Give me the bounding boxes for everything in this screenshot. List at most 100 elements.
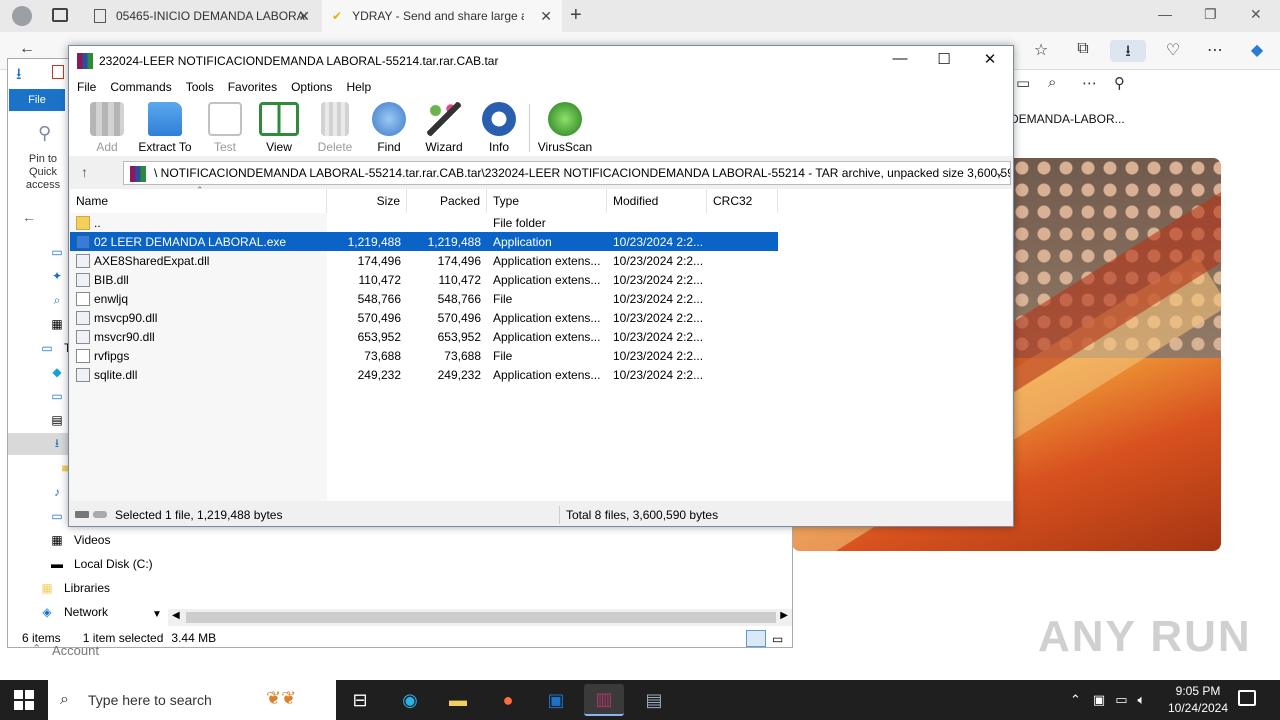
archive-path-field[interactable]: \ NOTIFICACIONDEMANDA LABORAL-55214.tar.… xyxy=(123,161,1011,185)
table-row[interactable]: msvcp90.dll 570,496 570,496 Application ext… xyxy=(70,308,778,327)
task-view-icon[interactable]: ⊟ xyxy=(340,684,380,716)
firefox-icon[interactable]: ● xyxy=(488,684,528,716)
account-label[interactable]: Account xyxy=(52,643,99,658)
winrar-toolbar: Add Extract To Test View Delete Find Wiz… xyxy=(69,98,1013,156)
edge-icon[interactable]: ◉ xyxy=(390,684,430,716)
close-tab-icon[interactable]: ✕ xyxy=(540,8,552,25)
file-explorer-icon[interactable]: ▬ xyxy=(438,684,478,716)
download-item-title[interactable]: DEMANDA-LABOR... xyxy=(1010,112,1125,126)
nav-label: Videos xyxy=(74,533,111,547)
find-button[interactable]: Find xyxy=(359,102,419,154)
pin-icon[interactable]: ⚲ xyxy=(1114,74,1125,92)
add-button[interactable]: Add xyxy=(77,102,137,154)
tab-actions-icon[interactable] xyxy=(52,8,68,22)
maximize-icon[interactable]: ☐ xyxy=(921,50,967,72)
menu-commands[interactable]: Commands xyxy=(110,80,171,94)
taskbar-clock[interactable]: 9:05 PM 10/24/2024 xyxy=(1160,683,1236,717)
nav-item-libraries[interactable]: ▦ Libraries xyxy=(8,577,165,599)
winrar-titlebar[interactable]: 232024-LEER NOTIFICACIONDEMANDA LABORAL-… xyxy=(69,46,1013,76)
device-icon[interactable]: ▣ xyxy=(1093,692,1105,708)
performance-icon[interactable]: ♡ xyxy=(1162,40,1184,62)
search-icon[interactable]: ⌕ xyxy=(1048,74,1056,91)
test-button[interactable]: Test xyxy=(195,102,255,154)
copilot-icon[interactable]: ◆ xyxy=(1246,40,1268,62)
wizard-button[interactable]: Wizard xyxy=(414,102,474,154)
collections-icon[interactable]: ⧉ xyxy=(1072,40,1094,62)
minimize-icon[interactable]: — xyxy=(877,50,923,72)
taskbar-search-field[interactable]: ⌕ Type here to search ❦❦ xyxy=(48,680,336,720)
tiles-view-icon[interactable]: ▭ xyxy=(772,632,783,646)
downloads-panel-toolbar: ▭ ⌕ ⋯ ⚲ xyxy=(1016,74,1136,94)
nav-item-videos[interactable]: ▦ Videos xyxy=(8,529,165,551)
network-app-icon[interactable]: ▤ xyxy=(634,684,674,716)
column-type[interactable]: Type xyxy=(487,189,607,213)
winrar-path-bar: ↑ \ NOTIFICACIONDEMANDA LABORAL-55214.ta… xyxy=(69,160,1013,186)
view-button[interactable]: View xyxy=(249,102,309,154)
virusscan-button[interactable]: VirusScan xyxy=(535,102,595,154)
close-window-icon[interactable]: ✕ xyxy=(1250,6,1262,23)
menu-tools[interactable]: Tools xyxy=(186,80,214,94)
minimize-icon[interactable]: — xyxy=(1158,6,1172,22)
scrollbar-thumb[interactable] xyxy=(186,612,776,623)
volume-icon[interactable]: 🔈︎ xyxy=(1138,692,1146,708)
menu-favorites[interactable]: Favorites xyxy=(228,80,277,94)
table-row[interactable]: msvcr90.dll 653,952 653,952 Application ext… xyxy=(70,327,778,346)
info-button[interactable]: Info xyxy=(469,102,529,154)
ribbon-file-tab[interactable]: File xyxy=(9,89,65,111)
menu-help[interactable]: Help xyxy=(346,80,371,94)
profile-avatar[interactable] xyxy=(12,6,32,26)
windows-start-icon[interactable] xyxy=(14,690,34,710)
table-row[interactable]: .. File folder xyxy=(70,213,778,232)
close-icon[interactable]: ✕ xyxy=(967,50,1013,72)
table-row[interactable]: AXE8SharedExpat.dll 174,496 174,496 Applica… xyxy=(70,251,778,270)
delete-bin-icon xyxy=(321,102,349,136)
table-row[interactable]: BIB.dll 110,472 110,472 Application extens.… xyxy=(70,270,778,289)
scroll-left-icon[interactable]: ◀ xyxy=(172,610,180,621)
outlook-icon[interactable]: ▣ xyxy=(536,684,576,716)
chevron-down-icon[interactable]: ⌄ xyxy=(995,166,1004,179)
favorite-star-icon[interactable]: ☆ xyxy=(1030,40,1052,62)
table-row[interactable]: sqlite.dll 249,232 249,232 Application exte… xyxy=(70,365,778,384)
maximize-icon[interactable]: ❐ xyxy=(1204,6,1217,23)
pin-to-quick-access-label[interactable]: Pin to Quick access xyxy=(16,153,70,192)
pin-icon[interactable]: ⚲ xyxy=(38,123,51,144)
winrar-taskbar-icon[interactable]: ▥ xyxy=(584,684,624,716)
delete-button[interactable]: Delete xyxy=(305,102,365,154)
tab-demanda[interactable]: 05465-INICIO DEMANDA LABORAL ✕ xyxy=(84,0,320,32)
tab-ydray[interactable]: ✔ YDRAY - Send and share large and ✕ xyxy=(322,0,562,32)
file-name-cell: .. xyxy=(70,215,327,230)
table-row[interactable]: 02 LEER DEMANDA LABORAL.exe 1,219,488 1,21… xyxy=(70,232,778,251)
menu-file[interactable]: File xyxy=(77,80,96,94)
table-row[interactable]: enwljq 548,766 548,766 File 10/23/2024 2:2..… xyxy=(70,289,778,308)
up-folder-icon[interactable]: ↑ xyxy=(81,164,88,180)
downloads-icon[interactable]: ⭳ xyxy=(1110,40,1146,62)
desktop-icon: ▭ xyxy=(51,245,63,259)
file-name: .. xyxy=(94,215,101,230)
table-row[interactable]: rvfipgs 73,688 73,688 File 10/23/2024 2:2... xyxy=(70,346,778,365)
scroll-right-icon[interactable]: ▶ xyxy=(780,610,788,621)
details-view-icon[interactable] xyxy=(746,630,766,647)
notifications-icon[interactable] xyxy=(1238,690,1256,706)
menu-options[interactable]: Options xyxy=(291,80,332,94)
file-size: 1,219,488 xyxy=(347,234,401,249)
nav-label: Local Disk (C:) xyxy=(74,557,153,571)
network-status-icon[interactable]: ▭ xyxy=(1115,692,1127,708)
column-modified[interactable]: Modified xyxy=(607,189,707,213)
winrar-logo-icon xyxy=(77,53,93,69)
column-size[interactable]: Size xyxy=(327,189,407,213)
chevron-up-icon[interactable]: ⌃ xyxy=(1070,692,1081,708)
nav-item-network[interactable]: ◈ Network xyxy=(8,601,165,623)
folder-icon[interactable]: ▭ xyxy=(1016,74,1030,92)
more-menu-icon[interactable]: ⋯ xyxy=(1204,40,1226,62)
horizontal-scrollbar[interactable]: ◀ ▶ xyxy=(168,609,792,626)
extract-to-button[interactable]: Extract To xyxy=(135,102,195,154)
nav-scroll-down-icon[interactable]: ▼ xyxy=(152,609,162,620)
file-name-cell: AXE8SharedExpat.dll xyxy=(70,253,327,268)
column-crc32[interactable]: CRC32 xyxy=(707,189,778,213)
test-clipboard-icon xyxy=(208,102,242,136)
more-icon[interactable]: ⋯ xyxy=(1082,74,1097,92)
new-tab-button[interactable]: + xyxy=(570,4,582,27)
close-tab-icon[interactable]: ✕ xyxy=(298,8,310,25)
column-packed[interactable]: Packed xyxy=(407,189,487,213)
nav-item-local-disk[interactable]: ▬ Local Disk (C:) xyxy=(8,553,165,575)
